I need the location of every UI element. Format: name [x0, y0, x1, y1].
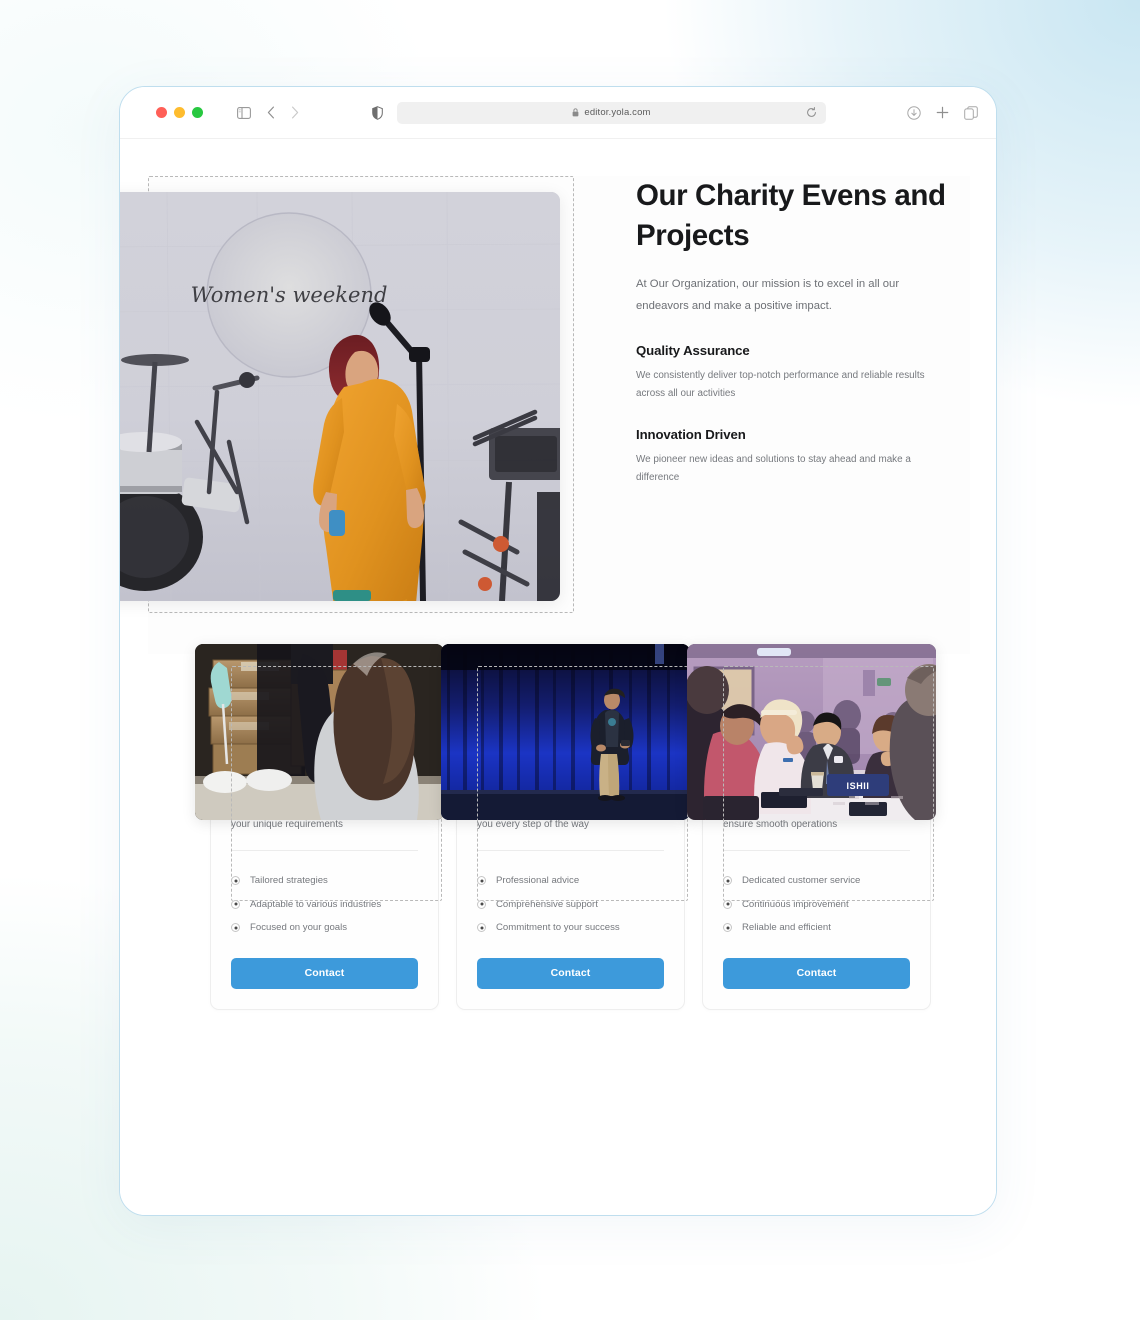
card-feature-list: Dedicated customer service Continuous im… — [723, 869, 910, 940]
toolbar-nav-group — [237, 106, 299, 119]
divider — [231, 850, 418, 851]
hero-subtitle: At Our Organization, our mission is to e… — [636, 278, 900, 312]
browser-window: editor.yola.com Women's weekend Our Char… — [119, 86, 997, 1216]
bullet-icon — [477, 923, 486, 933]
list-item-label: Adaptable to various industries — [250, 898, 382, 910]
download-icon[interactable] — [907, 105, 921, 120]
list-item: Commitment to your success — [477, 916, 664, 940]
bullet-icon — [723, 899, 732, 909]
toolbar-actions-group — [907, 105, 978, 120]
list-item: Continuous improvement — [723, 893, 910, 917]
page-title: Our Charity Evens and Projects — [636, 179, 946, 252]
sidebar-icon[interactable] — [237, 106, 251, 119]
list-item: Focused on your goals — [231, 916, 418, 940]
shield-privacy-icon[interactable] — [372, 105, 383, 120]
list-item-label: Reliable and efficient — [742, 922, 831, 933]
url-text: editor.yola.com — [584, 107, 651, 118]
list-item-label: Continuous improvement — [742, 898, 849, 910]
list-item-label: Dedicated customer service — [742, 875, 861, 886]
list-item-label: Tailored strategies — [250, 875, 328, 886]
card-image[interactable] — [195, 644, 444, 820]
feature-text: We consistently deliver top-notch perfor… — [636, 370, 925, 399]
bullet-icon — [477, 876, 486, 886]
list-item-label: Focused on your goals — [250, 922, 348, 933]
card-expert-guidance[interactable]: Expert Guidance Our experienced team is … — [441, 644, 690, 1010]
divider — [723, 850, 910, 851]
bullet-icon — [231, 876, 240, 886]
maximize-window-button[interactable] — [192, 107, 203, 118]
list-item-label: Commitment to your success — [496, 922, 620, 933]
feature-quality-assurance: Quality Assurance We consistently delive… — [636, 343, 946, 403]
list-item: Adaptable to various industries — [231, 893, 418, 917]
card-comprehensive-support[interactable]: ISHII Comprehensive Support — [687, 644, 936, 1010]
list-item: Reliable and efficient — [723, 916, 910, 940]
card-feature-list: Professional advice Comprehensive suppor… — [477, 869, 664, 940]
copy-tabs-icon[interactable] — [964, 105, 978, 120]
url-field[interactable]: editor.yola.com — [397, 101, 826, 124]
back-button[interactable] — [267, 106, 275, 119]
card-image[interactable]: ISHII — [687, 644, 936, 820]
hero-image[interactable]: Women's weekend — [120, 192, 560, 601]
contact-button[interactable]: Contact — [231, 957, 418, 989]
divider — [477, 850, 664, 851]
bullet-icon — [477, 899, 486, 909]
hero-section: Women's weekend Our Charity Evens and Pr… — [120, 176, 970, 654]
bullet-icon — [231, 923, 240, 933]
feature-title: Innovation Driven — [636, 427, 746, 442]
forward-button[interactable] — [291, 106, 299, 119]
bullet-icon — [723, 876, 732, 886]
hero-text-block: Our Charity Evens and Projects At Our Or… — [636, 176, 946, 487]
bullet-icon — [723, 923, 732, 933]
minimize-window-button[interactable] — [174, 107, 185, 118]
bullet-icon — [231, 899, 240, 909]
close-window-button[interactable] — [156, 107, 167, 118]
feature-innovation-driven: Innovation Driven We pioneer new ideas a… — [636, 427, 946, 487]
window-traffic-lights — [156, 107, 203, 118]
list-item-label: Comprehensive support — [496, 898, 598, 910]
address-bar-area: editor.yola.com — [372, 101, 826, 124]
card-feature-list: Tailored strategies Adaptable to various… — [231, 869, 418, 940]
cards-section: Custom Solutions We provide personalized… — [195, 644, 936, 1010]
url-content: editor.yola.com — [572, 107, 650, 118]
list-item-label: Professional advice — [496, 875, 580, 886]
list-item: Tailored strategies — [231, 869, 418, 893]
card-image[interactable] — [441, 644, 690, 820]
contact-button[interactable]: Contact — [723, 957, 910, 989]
reload-icon[interactable] — [806, 107, 817, 118]
svg-text:Women's weekend: Women's weekend — [191, 283, 388, 307]
list-item: Professional advice — [477, 869, 664, 893]
feature-title: Quality Assurance — [636, 343, 750, 358]
list-item: Dedicated customer service — [723, 869, 910, 893]
card-custom-solutions[interactable]: Custom Solutions We provide personalized… — [195, 644, 444, 1010]
svg-text:ISHII: ISHII — [846, 781, 869, 791]
plus-icon[interactable] — [936, 106, 949, 119]
feature-text: We pioneer new ideas and solutions to st… — [636, 454, 911, 483]
site-editor-canvas: Women's weekend Our Charity Evens and Pr… — [120, 139, 996, 1215]
list-item: Comprehensive support — [477, 893, 664, 917]
browser-toolbar: editor.yola.com — [120, 87, 996, 139]
contact-button[interactable]: Contact — [477, 957, 664, 989]
lock-icon — [572, 108, 579, 117]
